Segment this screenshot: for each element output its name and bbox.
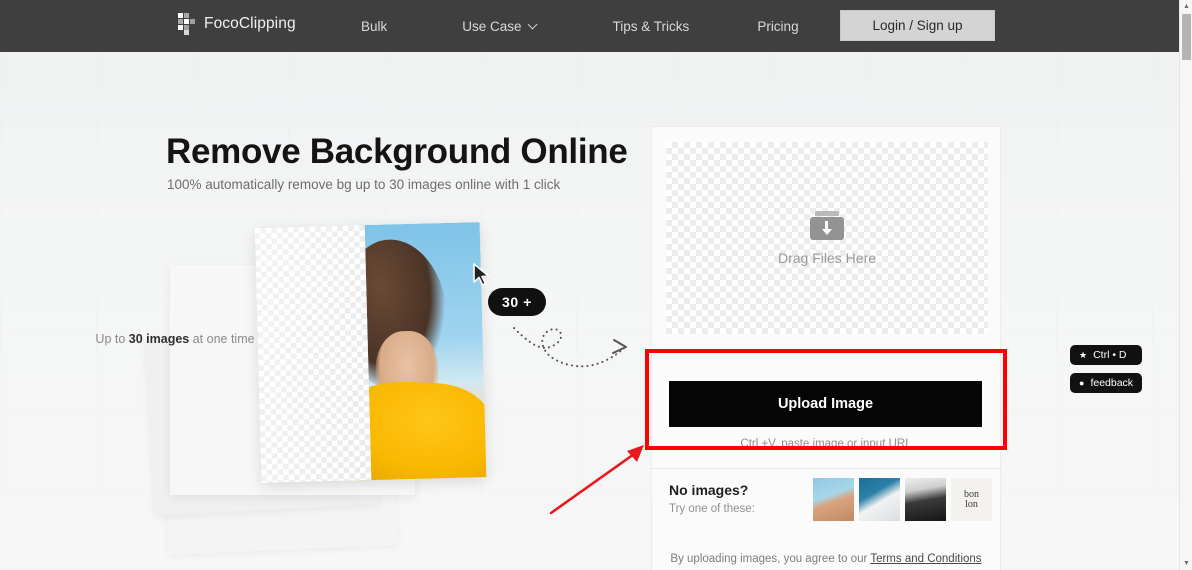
terms-and-conditions-link[interactable]: Terms and Conditions [870, 553, 981, 565]
nav-item-pricing[interactable]: Pricing [756, 19, 799, 34]
sample-images-section: No images? Try one of these: [651, 478, 1001, 532]
paste-hint-text: Ctrl +V, paste image or input URL [651, 438, 1001, 450]
upload-limit-prefix: Up to [95, 332, 128, 346]
curly-dotted-arrow-icon [510, 318, 650, 393]
upload-image-button[interactable]: Upload Image [669, 381, 982, 427]
sample-thumbnail-list [813, 478, 992, 521]
sneakers-thumbnail[interactable] [859, 478, 900, 521]
glass-overlay [255, 225, 372, 483]
scrollbar-thumb[interactable] [1182, 14, 1191, 60]
badge-30-plus: 30 + [488, 288, 546, 316]
woman-sunglasses-thumbnail[interactable] [813, 478, 854, 521]
dropzone-label: Drag Files Here [778, 250, 876, 266]
panel-divider [651, 468, 1001, 469]
bookmark-shortcut-label: Ctrl • D [1093, 349, 1126, 361]
nav-item-label: Tips & Tricks [613, 19, 690, 34]
nav-item-tips-tricks[interactable]: Tips & Tricks [612, 19, 691, 34]
star-icon: ★ [1079, 351, 1087, 360]
dropzone[interactable]: Drag Files Here [666, 142, 988, 334]
site-header: FocoClipping Bulk Use Case Tips & Tricks… [0, 0, 1179, 52]
samples-subtitle: Try one of these: [669, 503, 755, 515]
paste-hint-url-link[interactable]: URL [889, 438, 912, 450]
page-subtitle: 100% automatically remove bg up to 30 im… [167, 177, 560, 192]
brand-name: FocoClipping [204, 15, 296, 33]
page-title: Remove Background Online [166, 132, 628, 172]
before-after-photo-card [255, 222, 487, 483]
feedback-button[interactable]: ● feedback [1070, 373, 1142, 393]
download-tray-icon [810, 211, 844, 240]
red-pointer-arrow-icon [545, 440, 655, 525]
login-signup-button[interactable]: Login / Sign up [840, 10, 995, 41]
upload-limit-count: 30 images [129, 332, 189, 346]
upload-limit-text: Up to 30 images at one time [0, 332, 350, 346]
scroll-down-arrow-icon[interactable]: ▼ [1180, 557, 1192, 570]
nav-item-label: Bulk [361, 19, 387, 34]
nav-item-use-case[interactable]: Use Case [461, 19, 538, 34]
speech-bubble-icon: ● [1079, 379, 1084, 388]
paste-hint-prefix: Ctrl +V, paste image or input [740, 438, 888, 450]
scroll-up-arrow-icon[interactable]: ▲ [1180, 0, 1192, 13]
nav-item-bulk[interactable]: Bulk [360, 19, 388, 34]
vertical-scrollbar[interactable]: ▲ ▼ [1179, 0, 1192, 570]
terms-text: By uploading images, you agree to our Te… [651, 553, 1001, 565]
chevron-down-icon [529, 21, 538, 30]
feedback-label: feedback [1090, 377, 1133, 389]
nav-item-label: Pricing [757, 19, 798, 34]
upload-limit-suffix: at one time [189, 332, 254, 346]
bon-ton-logo-thumbnail[interactable] [951, 478, 992, 521]
brand-logo[interactable]: FocoClipping [178, 13, 296, 35]
bookmark-shortcut-button[interactable]: ★ Ctrl • D [1070, 345, 1142, 365]
samples-title: No images? [669, 482, 748, 498]
checkerboard-logo-icon [178, 13, 195, 35]
page-root: FocoClipping Bulk Use Case Tips & Tricks… [0, 0, 1192, 570]
floating-widgets: ★ Ctrl • D ● feedback [1070, 345, 1142, 393]
main-nav: Bulk Use Case Tips & Tricks Pricing [360, 0, 800, 52]
nav-item-label: Use Case [462, 19, 521, 34]
pointer-cursor-icon [472, 263, 492, 292]
camera-thumbnail[interactable] [905, 478, 946, 521]
terms-prefix: By uploading images, you agree to our [670, 553, 870, 565]
